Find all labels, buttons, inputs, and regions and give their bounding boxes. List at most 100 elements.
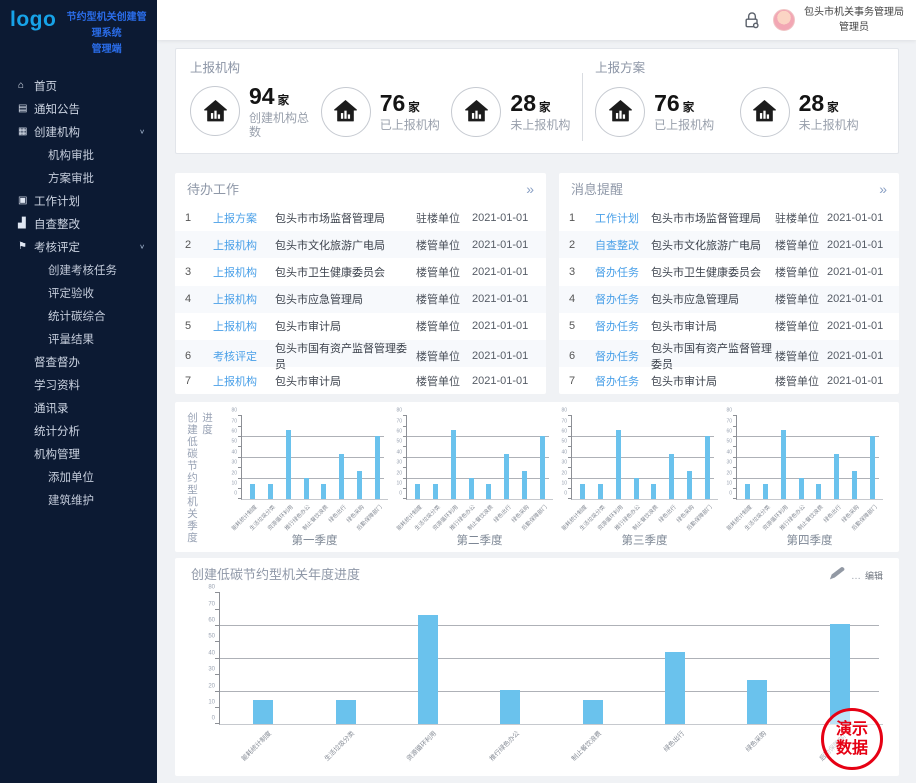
stamp-line2: 数据: [836, 739, 868, 758]
chevron-down-icon[interactable]: ∨: [139, 128, 145, 135]
row-org-name: 包头市卫生健康委员会: [651, 264, 775, 280]
sidebar-item-label: 首页: [34, 78, 57, 94]
user-avatar[interactable]: [773, 9, 795, 31]
bar-slot: [592, 416, 610, 499]
sidebar-item[interactable]: ▤通知公告: [0, 97, 157, 120]
row-type-link[interactable]: 督办任务: [595, 318, 651, 334]
sidebar-subitem-label: 评定验收: [48, 285, 94, 301]
chart-plot-area: 01020304050607080: [736, 416, 883, 500]
bar-slot: [552, 593, 634, 724]
stat-reported-orgs: 76家 已上报机构: [321, 87, 452, 137]
y-axis-tick-label: 10: [726, 480, 732, 486]
table-row: 6考核评定包头市国有资产监督管理委员楼管单位2021-01-01: [175, 340, 546, 367]
sidebar-item[interactable]: 统计分析: [0, 419, 157, 442]
quarterly-charts: 01020304050607080能耗统计制度生活垃圾分类资源循环利用推行绿色办…: [219, 410, 889, 550]
main-content: 上报机构 94家 创建机构总数: [157, 40, 916, 783]
sidebar-subitem[interactable]: 建筑维护: [0, 488, 157, 511]
table-row: 4督办任务包头市应急管理局楼管单位2021-01-01: [559, 286, 899, 313]
bar: [745, 484, 750, 500]
row-unit-type: 楼管单位: [775, 291, 827, 307]
stat-unit: 家: [683, 102, 695, 114]
row-type-link[interactable]: 上报机构: [213, 291, 275, 307]
y-axis-tick-label: 20: [561, 470, 567, 476]
row-type-link[interactable]: 督办任务: [595, 291, 651, 307]
bar: [469, 478, 474, 500]
y-axis-tick-label: 30: [726, 459, 732, 465]
user-org: 包头市机关事务管理局: [804, 5, 904, 21]
sidebar-subitem[interactable]: 机构审批: [0, 143, 157, 166]
y-axis-tick-label: 70: [396, 418, 402, 424]
y-axis-tick-label: 70: [726, 418, 732, 424]
sidebar-subitem[interactable]: 评量结果: [0, 327, 157, 350]
bar: [286, 430, 291, 500]
x-label-slot: 后勤保障部门: [368, 500, 386, 540]
sidebar-subitem[interactable]: 方案审批: [0, 166, 157, 189]
stats-title: 上报方案: [595, 57, 884, 76]
lock-icon[interactable]: [742, 9, 764, 31]
row-date: 2021-01-01: [472, 239, 536, 251]
bar: [433, 484, 438, 500]
row-type-link[interactable]: 上报机构: [213, 237, 275, 253]
sidebar-item-label: 学习资料: [34, 377, 80, 393]
more-chevron-icon[interactable]: »: [526, 182, 534, 196]
row-index: 4: [569, 293, 595, 305]
panel-header: 消息提醒 »: [559, 173, 899, 204]
y-axis-tick-label: 20: [208, 683, 215, 689]
y-axis-tick-label: 30: [231, 459, 237, 465]
edit-button[interactable]: … 编辑: [826, 566, 883, 582]
stat-value: 94: [249, 83, 275, 109]
sidebar-item[interactable]: 通讯录: [0, 396, 157, 419]
row-type-link[interactable]: 上报方案: [213, 210, 275, 226]
sidebar-subitem[interactable]: 添加单位: [0, 465, 157, 488]
bar: [651, 484, 656, 500]
row-type-link[interactable]: 上报机构: [213, 318, 275, 334]
bar-slot: [498, 416, 516, 499]
demo-data-stamp: 演示 数据: [821, 708, 883, 770]
bar-slot: [663, 416, 681, 499]
row-unit-type: 楼管单位: [775, 373, 827, 389]
bars-layer: [572, 416, 718, 499]
row-type-link[interactable]: 督办任务: [595, 348, 651, 364]
row-type-link[interactable]: 督办任务: [595, 373, 651, 389]
sidebar-subitem[interactable]: 统计碳综合: [0, 304, 157, 327]
sidebar-item[interactable]: ▣工作计划: [0, 189, 157, 212]
row-type-link[interactable]: 上报机构: [213, 264, 275, 280]
sidebar-item[interactable]: ▟自查整改: [0, 212, 157, 235]
row-org-name: 包头市应急管理局: [275, 291, 416, 307]
sidebar-subitem[interactable]: 评定验收: [0, 281, 157, 304]
row-type-link[interactable]: 工作计划: [595, 210, 651, 226]
sidebar-item[interactable]: 机构管理: [0, 442, 157, 465]
bar-slot: [351, 416, 369, 499]
row-type-link[interactable]: 自查整改: [595, 237, 651, 253]
row-unit-type: 楼管单位: [775, 237, 827, 253]
bar: [336, 700, 356, 725]
sidebar-item[interactable]: ⌂首页: [0, 74, 157, 97]
bar-slot: [280, 416, 298, 499]
x-label-slot: 能耗统计制度: [221, 725, 304, 773]
y-axis-tick-label: 80: [726, 408, 732, 414]
quarter4-bar-chart: 01020304050607080能耗统计制度生活垃圾分类资源循环利用推行绿色办…: [720, 410, 883, 550]
sidebar-item[interactable]: ▦创建机构∨: [0, 120, 157, 143]
y-axis-tick-label: 10: [396, 480, 402, 486]
sidebar-item[interactable]: 学习资料: [0, 373, 157, 396]
sidebar-item[interactable]: ⚑考核评定∨: [0, 235, 157, 258]
y-axis-tick-label: 50: [561, 439, 567, 445]
row-type-link[interactable]: 上报机构: [213, 373, 275, 389]
bar-slot: [262, 416, 280, 499]
table-row: 3上报机构包头市卫生健康委员会楼管单位2021-01-01: [175, 258, 546, 285]
y-axis-tick-label: 0: [564, 491, 567, 497]
row-org-name: 包头市国有资产监督管理委员: [275, 340, 416, 372]
sidebar-item[interactable]: 督查督办: [0, 350, 157, 373]
sidebar-subitem[interactable]: 创建考核任务: [0, 258, 157, 281]
user-info[interactable]: 包头市机关事务管理局 管理员: [804, 5, 904, 36]
chevron-down-icon[interactable]: ∨: [139, 243, 145, 250]
more-chevron-icon[interactable]: »: [879, 182, 887, 196]
row-index: 7: [185, 375, 213, 387]
y-axis-tick-label: 30: [396, 459, 402, 465]
row-type-link[interactable]: 督办任务: [595, 264, 651, 280]
row-type-link[interactable]: 考核评定: [213, 348, 275, 364]
x-axis-labels: 能耗统计制度生活垃圾分类资源循环利用推行绿色办公制止餐饮浪费绿色出行绿色采购后勤…: [219, 725, 883, 773]
x-axis-labels: 能耗统计制度生活垃圾分类资源循环利用推行绿色办公制止餐饮浪费绿色出行绿色采购后勤…: [736, 500, 883, 540]
stats-divider: [582, 73, 583, 141]
bar-slot: [645, 416, 663, 499]
